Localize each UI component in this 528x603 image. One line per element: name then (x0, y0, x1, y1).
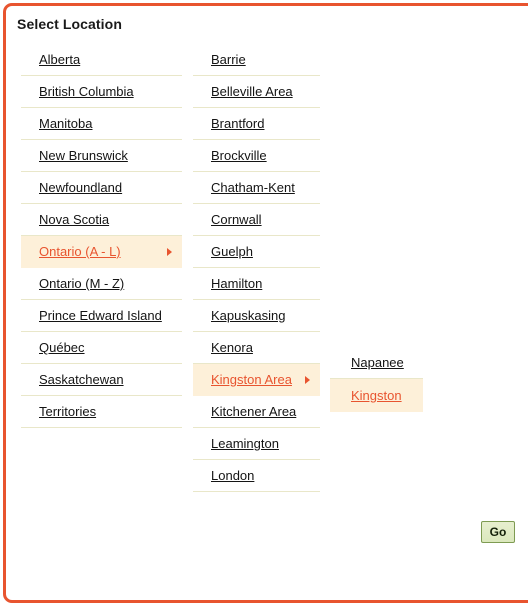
caret-right-icon (167, 247, 172, 256)
caret-right-icon (305, 375, 310, 384)
menu-item-hamilton[interactable]: Hamilton (193, 268, 320, 300)
menu-item-label: Cornwall (211, 212, 262, 227)
menu-item-chatham-kent[interactable]: Chatham-Kent (193, 172, 320, 204)
menu-item-napanee[interactable]: Napanee (330, 346, 423, 379)
menu-item-british-columbia[interactable]: British Columbia (21, 76, 182, 108)
menu-item-barrie[interactable]: Barrie (193, 44, 320, 76)
menu-item-label: Newfoundland (39, 180, 123, 195)
areas-column: Napanee Kingston (330, 346, 423, 412)
menu-item-nova-scotia[interactable]: Nova Scotia (21, 204, 182, 236)
menu-item-territories[interactable]: Territories (21, 396, 182, 428)
menu-item-london[interactable]: London (193, 460, 320, 492)
menu-item-kenora[interactable]: Kenora (193, 332, 320, 364)
menu-item-belleville-area[interactable]: Belleville Area (193, 76, 320, 108)
menu-item-label: London (211, 468, 255, 483)
select-location-panel: Select Location Alberta British Columbia M… (3, 3, 528, 603)
menu-item-label: Kingston Area (211, 372, 292, 387)
menu-item-label: Alberta (39, 52, 81, 67)
menu-item-saskatchewan[interactable]: Saskatchewan (21, 364, 182, 396)
menu-item-label: Napanee (351, 355, 404, 370)
menu-item-ontario-a-l[interactable]: Ontario (A - L) (21, 236, 182, 268)
menu-item-label: Territories (39, 404, 97, 419)
menu-item-leamington[interactable]: Leamington (193, 428, 320, 460)
menu-item-label: Kitchener Area (211, 404, 297, 419)
menu-item-label: Ontario (A - L) (39, 244, 121, 259)
menu-item-label: Chatham-Kent (211, 180, 295, 195)
menu-item-ontario-m-z[interactable]: Ontario (M - Z) (21, 268, 182, 300)
menu-item-label: Brantford (211, 116, 265, 131)
menu-item-label: Leamington (211, 436, 279, 451)
menu-item-manitoba[interactable]: Manitoba (21, 108, 182, 140)
menu-item-label: Ontario (M - Z) (39, 276, 125, 291)
menu-item-label: Prince Edward Island (39, 308, 162, 323)
menu-item-label: Kingston (351, 388, 402, 403)
go-button[interactable]: Go (481, 521, 515, 543)
page-title: Select Location (17, 16, 122, 32)
menu-item-label: Hamilton (211, 276, 263, 291)
menu-item-label: New Brunswick (39, 148, 128, 163)
menu-item-kingston-area[interactable]: Kingston Area (193, 364, 320, 396)
menu-item-cornwall[interactable]: Cornwall (193, 204, 320, 236)
menu-item-qu-bec[interactable]: Québec (21, 332, 182, 364)
cities-column: Barrie Belleville Area Brantford Brockville… (193, 44, 320, 492)
menu-item-label: Kenora (211, 340, 253, 355)
menu-item-label: Kapuskasing (211, 308, 286, 323)
menu-item-brantford[interactable]: Brantford (193, 108, 320, 140)
menu-item-kapuskasing[interactable]: Kapuskasing (193, 300, 320, 332)
provinces-column: Alberta British Columbia Manitoba New Bruns… (21, 44, 182, 428)
menu-item-label: Brockville (211, 148, 267, 163)
menu-item-label: Nova Scotia (39, 212, 110, 227)
menu-item-new-brunswick[interactable]: New Brunswick (21, 140, 182, 172)
menu-item-label: Saskatchewan (39, 372, 124, 387)
menu-item-newfoundland[interactable]: Newfoundland (21, 172, 182, 204)
menu-item-label: British Columbia (39, 84, 134, 99)
menu-item-alberta[interactable]: Alberta (21, 44, 182, 76)
menu-item-kingston[interactable]: Kingston (330, 379, 423, 412)
menu-item-label: Belleville Area (211, 84, 293, 99)
menu-item-label: Manitoba (39, 116, 93, 131)
menu-item-guelph[interactable]: Guelph (193, 236, 320, 268)
menu-item-label: Barrie (211, 52, 246, 67)
menu-item-prince-edward-island[interactable]: Prince Edward Island (21, 300, 182, 332)
menu-item-kitchener-area[interactable]: Kitchener Area (193, 396, 320, 428)
menu-item-label: Québec (39, 340, 85, 355)
menu-item-brockville[interactable]: Brockville (193, 140, 320, 172)
menu-item-label: Guelph (211, 244, 253, 259)
